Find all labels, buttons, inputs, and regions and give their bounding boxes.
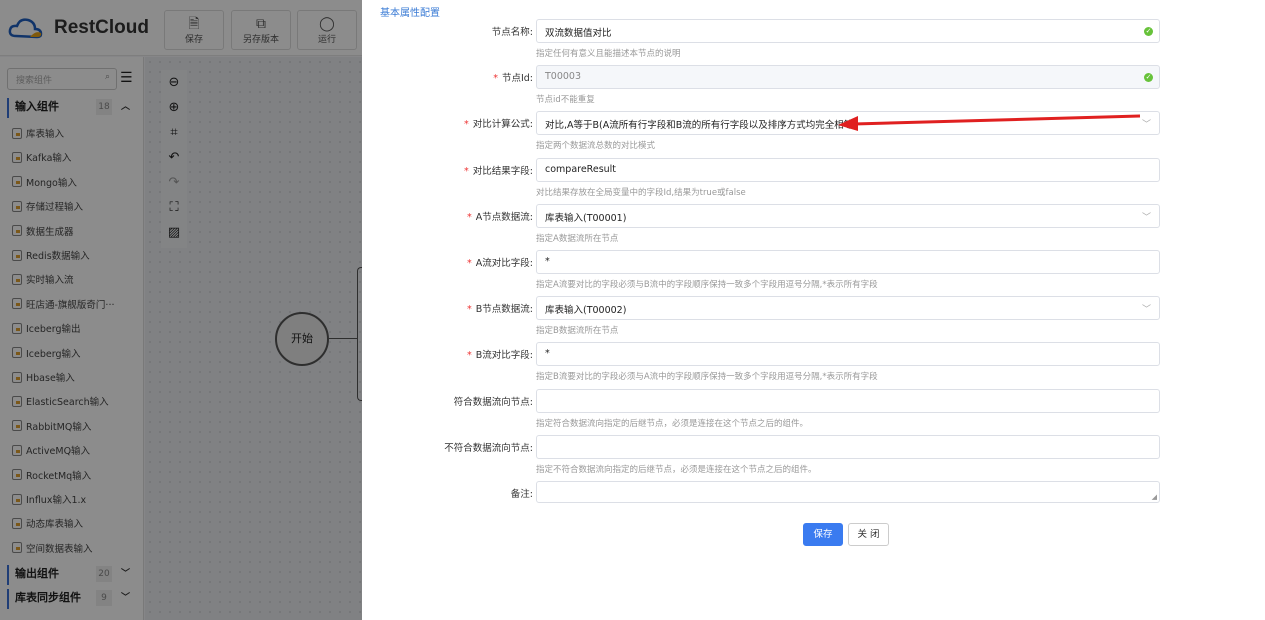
save-button[interactable]: 保存	[803, 523, 843, 546]
field-hint: 节点id不能重复	[536, 95, 595, 106]
check-circle-icon: ✓	[1144, 73, 1153, 83]
field-label-text: 符合数据流向节点:	[453, 396, 533, 408]
field-label: * B节点数据流:	[467, 301, 533, 315]
node-config-drawer: 基本属性配置 节点名称: 双流数据值对比 ✓ 指定任何有意义且能描述本节点的说明 * 节点…	[362, 0, 1265, 620]
workflow-editor: RestCloud 🗎 保存 ⧉ 另存版本 ◯ 运行 搜索组件 ⌕ ☰ 输入组件 18 ︿ …	[0, 0, 367, 620]
field-label: * A节点数据流:	[467, 209, 533, 223]
form-row: * A流对比字段: * 指定A流要对比的字段必须与B流中的字段顺序保持一致多个字段用逗…	[362, 250, 1265, 290]
field-label-text: 对比结果字段:	[472, 165, 533, 177]
required-mark: *	[464, 165, 469, 177]
field-hint: 指定B流要对比的字段必须与A流中的字段顺序保持一致多个字段用逗号分隔,*表示所有…	[536, 372, 878, 383]
field-hint: 对比结果存放在全局变量中的字段Id,结果为true或false	[536, 187, 746, 198]
field-label-text: 对比计算公式:	[472, 119, 533, 131]
close-button[interactable]: 关 闭	[848, 523, 889, 546]
chevron-down-icon: ﹀	[1141, 212, 1151, 223]
form-row: 备注: ◢	[362, 481, 1265, 505]
field-label-text: B流对比字段:	[475, 350, 533, 362]
field-value: *	[545, 256, 550, 267]
field-input[interactable]: T00003 ✓	[536, 65, 1160, 90]
required-mark: *	[464, 119, 469, 131]
required-mark: *	[467, 258, 472, 269]
field-label: 节点名称:	[492, 24, 533, 38]
required-mark: *	[467, 350, 472, 362]
section-title: 基本属性配置	[380, 8, 440, 19]
field-input[interactable]: 双流数据值对比 ✓	[536, 19, 1160, 43]
field-hint: 指定两个数据流总数的对比模式	[536, 141, 656, 152]
field-value: 库表输入(T00002)	[545, 305, 627, 317]
form-row: * B流对比字段: * 指定B流要对比的字段必须与A流中的字段顺序保持一致多个字段用逗…	[362, 342, 1265, 382]
field-label: 备注:	[511, 486, 533, 500]
field-label: * A流对比字段:	[467, 255, 533, 269]
form-row: * 对比结果字段: compareResult 对比结果存放在全局变量中的字段Id,结…	[362, 157, 1265, 198]
field-label: 不符合数据流向节点:	[444, 440, 533, 454]
field-label-text: 不符合数据流向节点:	[444, 442, 533, 454]
field-input[interactable]: *	[536, 342, 1160, 367]
field-hint: 指定符合数据流向指定的后继节点，必须是连接在这个节点之后的组件。	[536, 418, 809, 429]
check-circle-icon: ✓	[1144, 27, 1153, 36]
field-label-text: 节点Id:	[501, 73, 533, 85]
field-value: T00003	[545, 71, 582, 83]
field-value: compareResult	[545, 163, 617, 175]
field-label: 符合数据流向节点:	[454, 394, 533, 408]
field-label: * B流对比字段:	[467, 347, 533, 361]
form-row: 不符合数据流向节点: 指定不符合数据流向指定的后继节点，必须是连接在这个节点之后的…	[362, 434, 1265, 475]
field-label: * 节点Id:	[493, 70, 533, 84]
field-hint: 指定A数据流所在节点	[536, 233, 619, 244]
form-row: 节点名称: 双流数据值对比 ✓ 指定任何有意义且能描述本节点的说明	[362, 19, 1265, 59]
modal-mask[interactable]	[0, 0, 362, 620]
field-value: 对比,A等于B(A流所有行字段和B流的所有行字段以及排序方式均完全相等)	[545, 120, 857, 132]
field-input[interactable]: *	[536, 250, 1160, 274]
chevron-down-icon: ﹀	[1141, 305, 1151, 316]
field-select[interactable]: 库表输入(T00002) ﹀	[536, 296, 1160, 321]
form-row: * A节点数据流: 库表输入(T00001) ﹀ 指定A数据流所在节点	[362, 203, 1265, 244]
required-mark: *	[467, 304, 472, 316]
field-hint: 指定不符合数据流向指定的后继节点，必须是连接在这个节点之后的组件。	[536, 464, 817, 475]
form-row: * B节点数据流: 库表输入(T00002) ﹀ 指定B数据流所在节点	[362, 296, 1265, 336]
field-select[interactable]: 库表输入(T00001) ﹀	[536, 203, 1160, 228]
field-value: 双流数据值对比	[545, 28, 612, 39]
resize-handle-icon[interactable]: ◢	[1152, 493, 1157, 501]
field-hint: 指定任何有意义且能描述本节点的说明	[536, 49, 681, 59]
field-value: 库表输入(T00001)	[545, 212, 627, 224]
field-label-text: B节点数据流:	[475, 304, 533, 316]
field-label-text: A节点数据流:	[475, 211, 533, 223]
field-label: * 对比结果字段:	[464, 163, 533, 177]
field-input[interactable]	[536, 388, 1160, 413]
field-label-text: A流对比字段:	[475, 258, 533, 269]
field-label: * 对比计算公式:	[464, 116, 533, 130]
form-row: 符合数据流向节点: 指定符合数据流向指定的后继节点，必须是连接在这个节点之后的组件…	[362, 388, 1265, 429]
field-input[interactable]: compareResult	[536, 157, 1160, 182]
required-mark: *	[493, 73, 498, 85]
remark-textarea[interactable]: ◢	[536, 481, 1160, 503]
annotation-arrow	[838, 114, 1141, 131]
field-input[interactable]	[536, 434, 1160, 459]
field-value: *	[545, 348, 550, 360]
field-hint: 指定A流要对比的字段必须与B流中的字段顺序保持一致多个字段用逗号分隔,*表示所有…	[536, 280, 878, 290]
field-label-text: 节点名称:	[491, 27, 533, 38]
form-row: * 节点Id: T00003 ✓ 节点id不能重复	[362, 65, 1265, 105]
required-mark: *	[467, 211, 472, 223]
field-label-text: 备注:	[510, 489, 533, 500]
field-hint: 指定B数据流所在节点	[536, 326, 619, 337]
